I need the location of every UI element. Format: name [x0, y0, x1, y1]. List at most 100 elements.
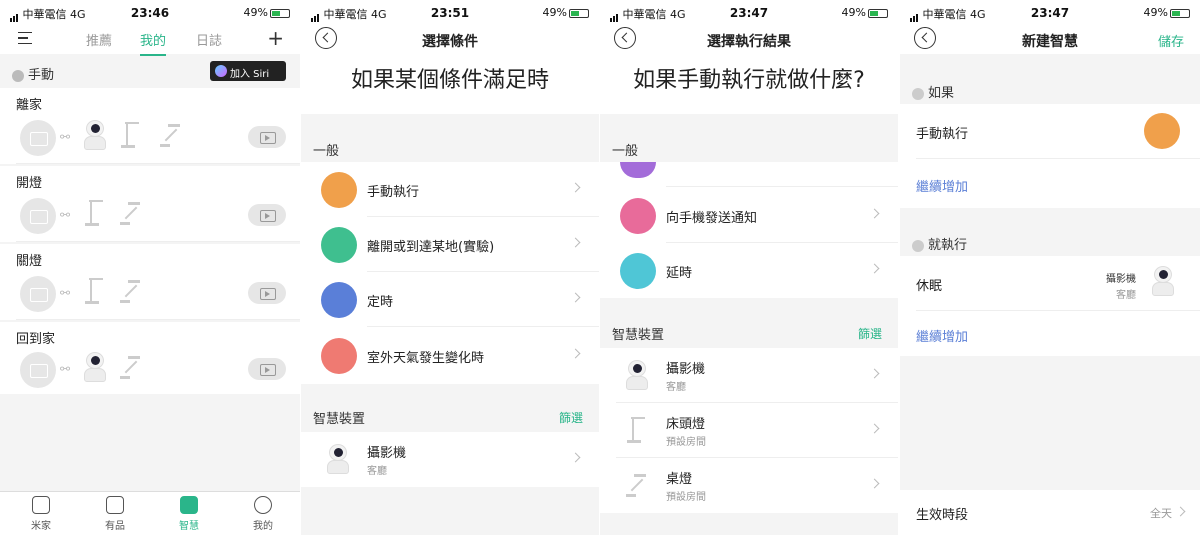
scene-card[interactable]: 關燈 ⚯	[0, 244, 300, 320]
tab-mine[interactable]: 我的	[140, 30, 167, 56]
desk-lamp-icon	[160, 122, 182, 148]
tab-log[interactable]: 日誌	[196, 30, 222, 49]
then-item-label: 休眠	[916, 279, 943, 294]
desk-lamp-icon	[120, 200, 142, 226]
link-icon: ⚯	[60, 286, 71, 300]
menu-icon[interactable]	[18, 32, 32, 44]
run-scene-button[interactable]	[248, 126, 286, 148]
effective-period-row[interactable]: 生效時段 全天	[900, 490, 1200, 535]
add-icon[interactable]: +	[267, 26, 284, 50]
shop-icon	[106, 496, 124, 514]
scene-name: 關燈	[16, 254, 43, 269]
gateway-icon	[20, 120, 56, 156]
action-notify[interactable]: 向手機發送通知	[600, 188, 898, 243]
then-icon	[912, 239, 924, 252]
device-name: 桌燈	[666, 472, 693, 487]
link-icon: ⚯	[60, 362, 71, 376]
cursor-icon	[321, 172, 357, 208]
choose-action-screen: 中華電信 4G 23:47 49% 選擇執行結果 如果手動執行就做什麼? 一般 …	[600, 0, 898, 535]
condition-location[interactable]: 離開或到達某地(實驗)	[301, 217, 599, 272]
profile-icon	[254, 496, 272, 514]
chevron-right-icon	[869, 263, 880, 274]
device-row[interactable]: 桌燈 預設房間	[600, 458, 898, 513]
weather-icon	[321, 338, 357, 374]
then-device-room: 客廳	[1116, 290, 1136, 301]
device-row[interactable]: 床頭燈 預設房間	[600, 403, 898, 458]
bedside-lamp-icon	[626, 417, 646, 443]
device-name: 攝影機	[666, 362, 706, 377]
gateway-icon	[20, 198, 56, 234]
chevron-right-icon	[570, 348, 581, 359]
action-delay[interactable]: 延時	[600, 243, 898, 298]
run-scene-button[interactable]	[248, 282, 286, 304]
device-room: 客廳	[367, 466, 387, 477]
section-devices: 智慧裝置 篩選	[612, 325, 882, 343]
bottom-tab-mijia[interactable]: 米家	[16, 496, 66, 532]
desk-lamp-icon	[120, 278, 142, 304]
then-device-name: 攝影機	[1106, 274, 1136, 285]
chevron-right-icon	[869, 208, 880, 219]
if-icon	[912, 87, 924, 100]
save-button[interactable]: 儲存	[1158, 31, 1184, 50]
add-more-action-button[interactable]: 繼續增加	[916, 326, 968, 345]
filter-button[interactable]: 篩選	[858, 325, 882, 342]
page-title: 選擇執行結果	[707, 34, 791, 50]
page-title: 新建智慧	[1022, 34, 1078, 50]
filter-button[interactable]: 篩選	[559, 409, 583, 426]
nav-bar: 選擇條件	[301, 24, 599, 54]
condition-timer[interactable]: 定時	[301, 272, 599, 327]
smart-list-screen: 中華電信 4G 23:46 49% 推薦 我的 日誌 + 手動 加入 Siri …	[0, 0, 300, 535]
chevron-right-icon	[570, 292, 581, 303]
camera-icon	[1152, 266, 1174, 296]
condition-manual[interactable]: 手動執行	[301, 162, 599, 217]
condition-label: 離開或到達某地(實驗)	[367, 240, 495, 255]
add-siri-button[interactable]: 加入 Siri	[210, 61, 286, 81]
if-card: 手動執行 繼續增加	[900, 104, 1200, 208]
page-title: 選擇條件	[422, 34, 478, 50]
camera-icon	[84, 120, 106, 150]
gateway-icon	[20, 276, 56, 312]
condition-label: 室外天氣發生變化時	[367, 351, 485, 366]
bottom-tab-youpin[interactable]: 有品	[90, 496, 140, 532]
scene-card[interactable]: 回到家 ⚯	[0, 322, 300, 394]
smart-icon	[180, 496, 198, 514]
device-row[interactable]: 攝影機 客廳	[301, 432, 599, 487]
scene-name: 開燈	[16, 176, 43, 191]
add-more-condition-button[interactable]: 繼續增加	[916, 176, 968, 195]
home-icon	[32, 496, 50, 514]
gateway-icon	[20, 352, 56, 388]
period-label: 生效時段	[916, 508, 969, 523]
cursor-icon[interactable]	[1144, 113, 1180, 149]
device-name: 攝影機	[367, 446, 407, 461]
scene-name: 回到家	[16, 332, 56, 347]
scene-card[interactable]: 開燈 ⚯	[0, 166, 300, 242]
device-row[interactable]: 攝影機 客廳	[600, 348, 898, 403]
run-scene-button[interactable]	[248, 358, 286, 380]
camera-icon	[626, 360, 648, 390]
scene-card[interactable]: 離家 ⚯	[0, 88, 300, 164]
condition-weather[interactable]: 室外天氣發生變化時	[301, 328, 599, 383]
bedside-lamp-icon	[84, 278, 104, 304]
section-devices: 智慧裝置 篩選	[313, 409, 583, 427]
chevron-right-icon	[869, 478, 880, 489]
tab-recommend[interactable]: 推薦	[86, 30, 112, 49]
phone-vibrate-icon	[620, 198, 656, 234]
status-bar: 中華電信 4G 23:46 49%	[0, 0, 300, 24]
nav-bar: 選擇執行結果	[600, 24, 898, 54]
bottom-tab-profile[interactable]: 我的	[238, 496, 288, 532]
run-scene-button[interactable]	[248, 204, 286, 226]
action-label: 延時	[666, 266, 693, 281]
chevron-right-icon	[570, 182, 581, 193]
link-icon: ⚯	[60, 208, 71, 222]
clock-icon	[321, 282, 357, 318]
bedside-lamp-icon	[84, 200, 104, 226]
section-then: 就執行	[900, 228, 1200, 256]
condition-label: 手動執行	[367, 185, 420, 200]
period-value: 全天	[1150, 507, 1172, 520]
chevron-right-icon	[570, 452, 581, 463]
location-pin-icon	[321, 227, 357, 263]
bottom-tab-smart[interactable]: 智慧	[164, 496, 214, 532]
status-bar: 中華電信 4G 23:51 49%	[301, 0, 599, 24]
action-label: 向手機發送通知	[666, 211, 758, 226]
bottom-tab-bar: 米家 有品 智慧 我的	[0, 491, 300, 535]
